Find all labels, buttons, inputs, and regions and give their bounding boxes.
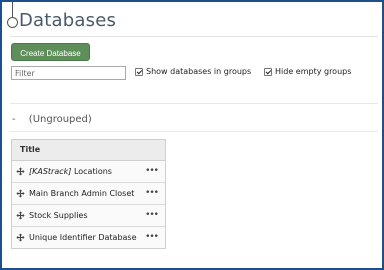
database-name[interactable]: Unique Identifier Database — [29, 233, 137, 242]
filter-input[interactable] — [11, 66, 126, 80]
more-dots-icon[interactable]: ••• — [145, 188, 159, 198]
database-name[interactable]: Stock Supplies — [29, 211, 88, 220]
database-name[interactable]: Main Branch Admin Closet — [29, 189, 134, 198]
divider — [10, 103, 378, 104]
show-in-groups-checkbox[interactable] — [135, 67, 143, 76]
move-arrows-icon[interactable] — [16, 233, 25, 242]
hide-empty-groups-label: Hide empty groups — [275, 67, 352, 76]
table-row[interactable]: Stock Supplies ••• — [12, 205, 165, 227]
hide-empty-groups-checkbox[interactable] — [264, 67, 272, 76]
divider — [10, 131, 378, 132]
divider — [10, 36, 378, 37]
group-name: (Ungrouped) — [28, 114, 92, 125]
create-database-button[interactable]: Create Database — [11, 43, 90, 61]
group-heading[interactable]: - (Ungrouped) — [12, 114, 92, 125]
collapse-toggle[interactable]: - — [12, 114, 16, 125]
show-in-groups-label: Show databases in groups — [146, 67, 252, 76]
database-prefix: [KAStrack] — [29, 167, 72, 176]
page-title: Databases — [19, 10, 117, 31]
page-frame: Databases Create Database Show databases… — [0, 0, 384, 270]
show-in-groups-option[interactable]: Show databases in groups — [135, 67, 251, 76]
move-arrows-icon[interactable] — [16, 189, 25, 198]
tree-rail — [12, 2, 13, 18]
move-arrows-icon[interactable] — [16, 167, 25, 176]
tree-node-icon — [7, 17, 18, 28]
table-row[interactable]: [KAStrack] Locations ••• — [12, 161, 165, 183]
table-row[interactable]: Unique Identifier Database ••• — [12, 227, 165, 248]
hide-empty-groups-option[interactable]: Hide empty groups — [264, 67, 351, 76]
move-arrows-icon[interactable] — [16, 211, 25, 220]
more-dots-icon[interactable]: ••• — [145, 232, 159, 242]
table-row[interactable]: Main Branch Admin Closet ••• — [12, 183, 165, 205]
column-header-title: Title — [12, 140, 165, 161]
database-table: Title [KAStrack] Locations ••• Main Bran… — [11, 139, 166, 249]
more-dots-icon[interactable]: ••• — [145, 166, 159, 176]
database-name[interactable]: [KAStrack] Locations — [29, 167, 112, 176]
more-dots-icon[interactable]: ••• — [145, 210, 159, 220]
